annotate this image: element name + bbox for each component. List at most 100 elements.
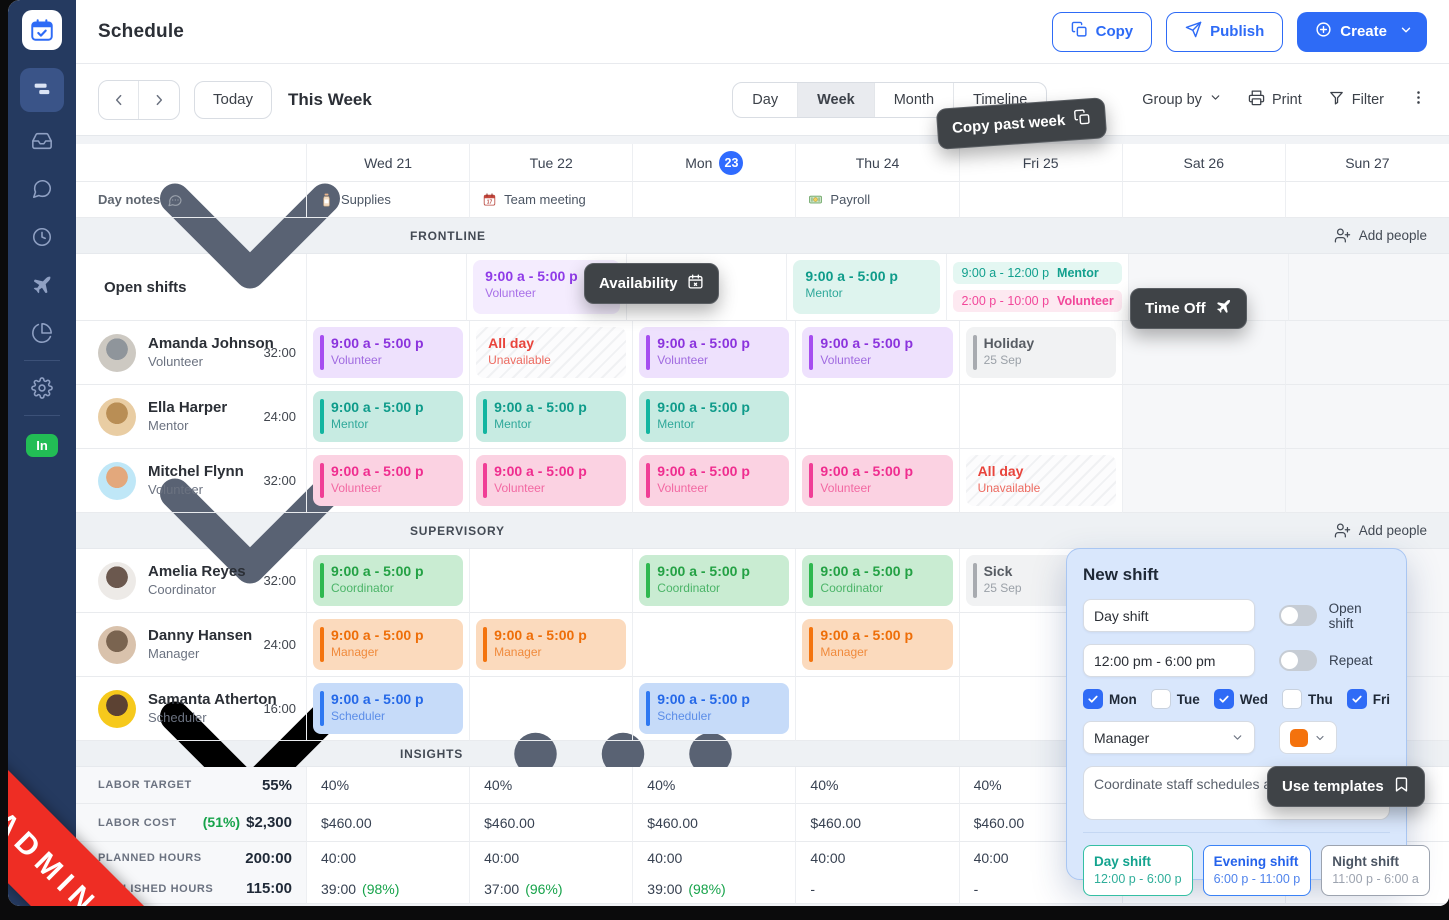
schedule-cell[interactable]: 9:00 a - 5:00 pVolunteer bbox=[796, 449, 959, 513]
repeat-toggle[interactable] bbox=[1279, 650, 1317, 671]
shift-card[interactable]: 9:00 a - 5:00 pVolunteer bbox=[802, 455, 952, 506]
shift-card[interactable]: 9:00 a - 5:00 pManager bbox=[476, 619, 626, 670]
app-logo[interactable] bbox=[22, 10, 62, 50]
sidebar-item-time-clock[interactable] bbox=[20, 218, 64, 256]
schedule-cell[interactable]: All dayUnavailable bbox=[470, 321, 633, 385]
copy-button[interactable]: Copy bbox=[1052, 12, 1153, 52]
schedule-cell[interactable]: 9:00 a - 5:00 pCoordinator bbox=[633, 549, 796, 613]
schedule-cell[interactable]: 9:00 a - 5:00 pManager bbox=[796, 613, 959, 677]
template-chip-evening-shift[interactable]: Evening shift6:00 p - 11:00 p bbox=[1203, 845, 1312, 896]
schedule-cell[interactable]: 9:00 a - 5:00 pCoordinator bbox=[307, 549, 470, 613]
role-select[interactable]: Manager bbox=[1083, 721, 1255, 754]
schedule-cell[interactable] bbox=[470, 549, 633, 613]
schedule-cell[interactable] bbox=[307, 254, 467, 321]
time-off-card[interactable]: Holiday25 Sep bbox=[966, 327, 1116, 378]
section-header-frontline[interactable]: FRONTLINEAdd people bbox=[76, 218, 1449, 254]
day-note-cell[interactable]: Supplies bbox=[307, 182, 470, 218]
day-header-1[interactable]: Tue 22 bbox=[470, 144, 633, 182]
shift-card[interactable]: 9:00 a - 5:00 pVolunteer bbox=[639, 327, 789, 378]
sidebar-item-reports[interactable] bbox=[20, 314, 64, 352]
shift-card[interactable]: 9:00 a - 5:00 pMentor bbox=[639, 391, 789, 442]
shift-card[interactable]: 9:00 a - 5:00 pCoordinator bbox=[313, 555, 463, 606]
schedule-cell[interactable] bbox=[1123, 385, 1286, 449]
shift-card[interactable]: 9:00 a - 5:00 pCoordinator bbox=[802, 555, 952, 606]
schedule-cell[interactable] bbox=[796, 385, 959, 449]
sidebar-item-settings[interactable] bbox=[20, 369, 64, 407]
shift-card[interactable]: 9:00 a - 5:00 pManager bbox=[802, 619, 952, 670]
more-menu-button[interactable] bbox=[1410, 89, 1427, 110]
shift-card[interactable]: 9:00 a - 5:00 pVolunteer bbox=[476, 455, 626, 506]
day-note-cell[interactable]: 17Team meeting bbox=[470, 182, 633, 218]
weekday-checkbox-tue[interactable]: Tue bbox=[1151, 689, 1200, 709]
schedule-cell[interactable]: 9:00 a - 5:00 pVolunteer bbox=[633, 449, 796, 513]
schedule-cell[interactable] bbox=[633, 613, 796, 677]
open-shift-toggle[interactable] bbox=[1279, 605, 1317, 626]
day-note-cell[interactable] bbox=[633, 182, 796, 218]
section-header-supervisory[interactable]: SUPERVISORYAdd people bbox=[76, 513, 1449, 549]
add-people-button[interactable]: Add people bbox=[1334, 522, 1427, 539]
schedule-cell[interactable] bbox=[1123, 449, 1286, 513]
color-select[interactable] bbox=[1279, 721, 1337, 754]
schedule-cell[interactable]: 9:00 a - 5:00 pMentor bbox=[787, 254, 947, 321]
schedule-cell[interactable] bbox=[470, 677, 633, 741]
weekday-checkbox-fri[interactable]: Fri bbox=[1347, 689, 1390, 709]
schedule-cell[interactable]: 9:00 a - 5:00 pVolunteer bbox=[796, 321, 959, 385]
open-shift-card[interactable]: 9:00 a - 5:00 pMentor bbox=[793, 260, 940, 314]
schedule-cell[interactable]: 9:00 a - 12:00 pMentor 2:00 p - 10:00 pVo… bbox=[947, 254, 1128, 321]
print-button[interactable]: Print bbox=[1248, 89, 1302, 110]
tab-view-day[interactable]: Day bbox=[733, 83, 798, 117]
schedule-cell[interactable]: 9:00 a - 5:00 pManager bbox=[470, 613, 633, 677]
day-header-0[interactable]: Wed 21 bbox=[307, 144, 470, 182]
weekday-checkbox-thu[interactable]: Thu bbox=[1282, 689, 1333, 709]
schedule-cell[interactable]: All dayUnavailable bbox=[960, 449, 1123, 513]
schedule-cell[interactable]: 9:00 a - 5:00 pVolunteer bbox=[307, 321, 470, 385]
shift-card[interactable]: 9:00 a - 5:00 pScheduler bbox=[313, 683, 463, 734]
open-shift-pill[interactable]: 2:00 p - 10:00 pVolunteer bbox=[953, 290, 1121, 312]
schedule-cell[interactable] bbox=[1123, 321, 1286, 385]
schedule-cell[interactable] bbox=[1286, 449, 1449, 513]
shift-card[interactable]: 9:00 a - 5:00 pVolunteer bbox=[639, 455, 789, 506]
shift-card[interactable]: 9:00 a - 5:00 pVolunteer bbox=[802, 327, 952, 378]
open-shift-pill[interactable]: 9:00 a - 12:00 pMentor bbox=[953, 262, 1121, 284]
day-header-5[interactable]: Sat 26 bbox=[1123, 144, 1286, 182]
schedule-cell[interactable] bbox=[796, 677, 959, 741]
template-chip-night-shift[interactable]: Night shift11:00 p - 6:00 a bbox=[1321, 845, 1430, 896]
sidebar-item-chat[interactable] bbox=[20, 170, 64, 208]
schedule-cell[interactable]: 9:00 a - 5:00 pMentor bbox=[470, 385, 633, 449]
schedule-cell[interactable] bbox=[1289, 254, 1449, 321]
shift-name-input[interactable]: Day shift bbox=[1083, 599, 1255, 632]
shift-card[interactable]: 9:00 a - 5:00 pCoordinator bbox=[639, 555, 789, 606]
template-chip-day-shift[interactable]: Day shift12:00 p - 6:00 p bbox=[1083, 845, 1193, 896]
schedule-cell[interactable] bbox=[1286, 385, 1449, 449]
sidebar-item-time-off[interactable] bbox=[20, 266, 64, 304]
unavailable-card[interactable]: All dayUnavailable bbox=[476, 327, 626, 378]
create-button[interactable]: Create bbox=[1297, 12, 1427, 52]
day-header-2[interactable]: Mon23 bbox=[633, 144, 796, 182]
schedule-cell[interactable] bbox=[960, 385, 1123, 449]
sidebar-item-inbox[interactable] bbox=[20, 122, 64, 160]
sidebar-item-schedule[interactable] bbox=[20, 68, 64, 112]
schedule-cell[interactable]: 9:00 a - 5:00 pVolunteer bbox=[307, 449, 470, 513]
schedule-cell[interactable]: 9:00 a - 5:00 pMentor bbox=[633, 385, 796, 449]
shift-card[interactable]: 9:00 a - 5:00 pScheduler bbox=[639, 683, 789, 734]
schedule-cell[interactable]: 9:00 a - 5:00 pVolunteer bbox=[633, 321, 796, 385]
schedule-cell[interactable]: 9:00 a - 5:00 pScheduler bbox=[633, 677, 796, 741]
day-header-3[interactable]: Thu 24 bbox=[796, 144, 959, 182]
schedule-cell[interactable]: 9:00 a - 5:00 pVolunteer bbox=[470, 449, 633, 513]
schedule-cell[interactable] bbox=[1286, 321, 1449, 385]
weekday-checkbox-wed[interactable]: Wed bbox=[1214, 689, 1268, 709]
filter-button[interactable]: Filter bbox=[1328, 89, 1384, 110]
schedule-cell[interactable]: 9:00 a - 5:00 pMentor bbox=[307, 385, 470, 449]
shift-card[interactable]: 9:00 a - 5:00 pMentor bbox=[313, 391, 463, 442]
schedule-cell[interactable]: 9:00 a - 5:00 pCoordinator bbox=[796, 549, 959, 613]
day-note-cell[interactable]: Payroll bbox=[796, 182, 959, 218]
day-note-cell[interactable] bbox=[960, 182, 1123, 218]
day-header-4[interactable]: Fri 25 bbox=[960, 144, 1123, 182]
shift-card[interactable]: 9:00 a - 5:00 pManager bbox=[313, 619, 463, 670]
unavailable-card[interactable]: All dayUnavailable bbox=[966, 455, 1116, 506]
shift-card[interactable]: 9:00 a - 5:00 pMentor bbox=[476, 391, 626, 442]
day-note-cell[interactable] bbox=[1286, 182, 1449, 218]
shift-card[interactable]: 9:00 a - 5:00 pVolunteer bbox=[313, 327, 463, 378]
publish-button[interactable]: Publish bbox=[1166, 12, 1283, 52]
weekday-checkbox-mon[interactable]: Mon bbox=[1083, 689, 1137, 709]
